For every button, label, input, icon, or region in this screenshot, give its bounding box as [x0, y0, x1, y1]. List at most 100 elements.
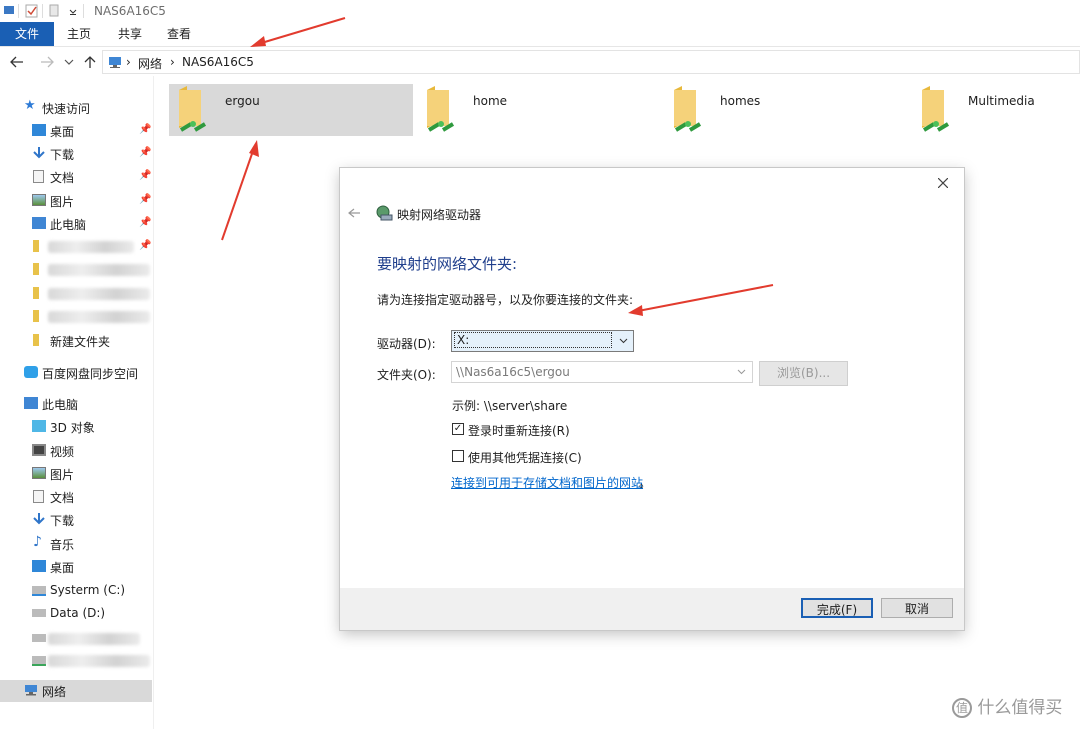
- back-arrow-icon[interactable]: [10, 56, 24, 68]
- pictures-icon: [32, 467, 46, 479]
- music-note-icon: ♪: [33, 534, 42, 550]
- tab-home[interactable]: 主页: [67, 22, 91, 46]
- shared-folder-homes[interactable]: homes: [664, 84, 904, 136]
- cube-icon: [32, 420, 46, 432]
- sidebar-item-drive-d[interactable]: Data (D:): [0, 603, 152, 625]
- pin-icon[interactable]: 📌: [139, 194, 151, 205]
- chevron-down-icon: [619, 338, 628, 344]
- folder-icon: [33, 263, 39, 275]
- drive-icon: [32, 634, 46, 642]
- folder-icon: [33, 240, 39, 252]
- cancel-button[interactable]: 取消: [881, 598, 953, 618]
- breadcrumb-network[interactable]: 网络: [138, 55, 162, 72]
- shared-folder-icon: [179, 86, 207, 132]
- computer-icon: [24, 397, 38, 409]
- sidebar-item-blurred-drive[interactable]: [0, 650, 152, 672]
- dialog-title: 映射网络驱动器: [397, 208, 482, 222]
- chevron-down-icon: [737, 369, 746, 375]
- back-arrow-icon[interactable]: [348, 208, 361, 218]
- sidebar-item-blurred-drive[interactable]: [0, 628, 152, 650]
- sidebar-item-music[interactable]: ♪ 音乐: [0, 533, 152, 555]
- download-icon: [33, 147, 45, 159]
- drive-select[interactable]: X:: [451, 330, 634, 352]
- map-network-drive-dialog: 映射网络驱动器 要映射的网络文件夹: 请为连接指定驱动器号，以及你要连接的文件夹…: [340, 168, 964, 630]
- sidebar-item-downloads[interactable]: 下载 📌: [0, 143, 152, 165]
- pin-icon[interactable]: 📌: [139, 217, 151, 228]
- sidebar-item-desktop[interactable]: 桌面 📌: [0, 120, 152, 142]
- sidebar-item-this-pc[interactable]: 此电脑 📌: [0, 213, 152, 235]
- sidebar-this-pc[interactable]: 此电脑: [0, 393, 152, 415]
- shared-folder-multimedia[interactable]: Multimedia: [912, 84, 1072, 136]
- pin-icon[interactable]: 📌: [139, 124, 151, 135]
- sidebar-item-new-folder[interactable]: 新建文件夹: [0, 330, 152, 352]
- sidebar-item-pictures[interactable]: 图片 📌: [0, 190, 152, 212]
- arrow-head-icon: [249, 140, 259, 157]
- watermark-logo-icon: 值: [952, 698, 972, 718]
- breadcrumb-nas[interactable]: NAS6A16C5: [182, 55, 254, 69]
- dialog-heading: 要映射的网络文件夹:: [377, 255, 518, 273]
- video-icon: [32, 444, 46, 456]
- sidebar-item-pc-desktop[interactable]: 桌面: [0, 556, 152, 578]
- tab-view[interactable]: 查看: [167, 22, 191, 46]
- baidu-cloud-icon: [24, 366, 38, 378]
- sidebar-network[interactable]: 网络: [0, 680, 152, 702]
- browse-button[interactable]: 浏览(B)...: [759, 361, 848, 386]
- sidebar-item-pc-documents[interactable]: 文档: [0, 486, 152, 508]
- breadcrumb-separator: ›: [126, 55, 131, 69]
- pin-icon[interactable]: 📌: [139, 147, 151, 158]
- sidebar-item-documents[interactable]: 文档 📌: [0, 166, 152, 188]
- folder-icon: [33, 334, 39, 346]
- site-watermark: 值 什么值得买: [952, 693, 1062, 718]
- sidebar-item-3d-objects[interactable]: 3D 对象: [0, 416, 152, 438]
- forward-arrow-icon[interactable]: [40, 56, 54, 68]
- sidebar-item-blurred[interactable]: [0, 283, 152, 305]
- folder-icon: [33, 310, 39, 322]
- quick-access-toolbar[interactable]: [4, 4, 84, 18]
- redacted-label: [48, 311, 150, 323]
- tab-share[interactable]: 共享: [118, 22, 142, 46]
- network-icon: [25, 685, 37, 696]
- finish-button[interactable]: 完成(F): [801, 598, 873, 618]
- shared-folder-home[interactable]: home: [417, 84, 657, 136]
- ribbon-tabs: 文件 主页 共享 查看: [0, 22, 1080, 47]
- folder-icon: [33, 287, 39, 299]
- drive-select-value: X:: [454, 332, 612, 348]
- redacted-label: [48, 241, 134, 253]
- pin-icon[interactable]: 📌: [139, 170, 151, 181]
- computer-icon: [32, 217, 46, 229]
- reconnect-label[interactable]: 登录时重新连接(R): [468, 422, 570, 439]
- sidebar-item-drive-c[interactable]: Systerm (C:): [0, 580, 152, 602]
- drive-icon: [32, 586, 46, 596]
- pictures-icon: [32, 194, 46, 206]
- tab-file[interactable]: 文件: [0, 22, 54, 46]
- sidebar-item-pc-downloads[interactable]: 下载: [0, 509, 152, 531]
- drive-label: 驱动器(D):: [377, 337, 436, 351]
- sidebar-quick-access[interactable]: ★ 快速访问: [0, 97, 152, 119]
- sidebar-item-blurred[interactable]: [0, 306, 152, 328]
- recent-locations-icon[interactable]: [64, 59, 74, 65]
- desktop-icon: [32, 124, 46, 136]
- shared-folder-ergou[interactable]: ergou: [169, 84, 413, 136]
- sidebar-item-videos[interactable]: 视频: [0, 440, 152, 462]
- network-icon: [109, 57, 121, 68]
- shared-folder-icon: [674, 86, 702, 132]
- dialog-footer: 完成(F) 取消: [340, 588, 964, 630]
- reconnect-checkbox[interactable]: ✓: [452, 423, 464, 435]
- window-title: NAS6A16C5: [94, 4, 166, 18]
- breadcrumb-separator: ›: [170, 55, 175, 69]
- close-icon[interactable]: [938, 178, 948, 188]
- sidebar-item-blurred[interactable]: 📌: [0, 236, 152, 258]
- other-credentials-checkbox[interactable]: [452, 450, 464, 462]
- redacted-label: [48, 633, 140, 645]
- pin-icon[interactable]: 📌: [139, 240, 151, 251]
- redacted-label: [48, 288, 150, 300]
- link-suffix: 。: [639, 476, 652, 490]
- storage-website-link[interactable]: 连接到可用于存储文档和图片的网站: [451, 474, 643, 491]
- up-arrow-icon[interactable]: [84, 55, 96, 69]
- sidebar-item-pc-pictures[interactable]: 图片: [0, 463, 152, 485]
- other-credentials-label[interactable]: 使用其他凭据连接(C): [468, 449, 582, 466]
- star-icon: ★: [24, 98, 36, 113]
- folder-combobox[interactable]: \\Nas6a16c5\ergou: [451, 361, 753, 383]
- sidebar-baidu-sync[interactable]: 百度网盘同步空间: [0, 362, 152, 384]
- sidebar-item-blurred[interactable]: [0, 259, 152, 281]
